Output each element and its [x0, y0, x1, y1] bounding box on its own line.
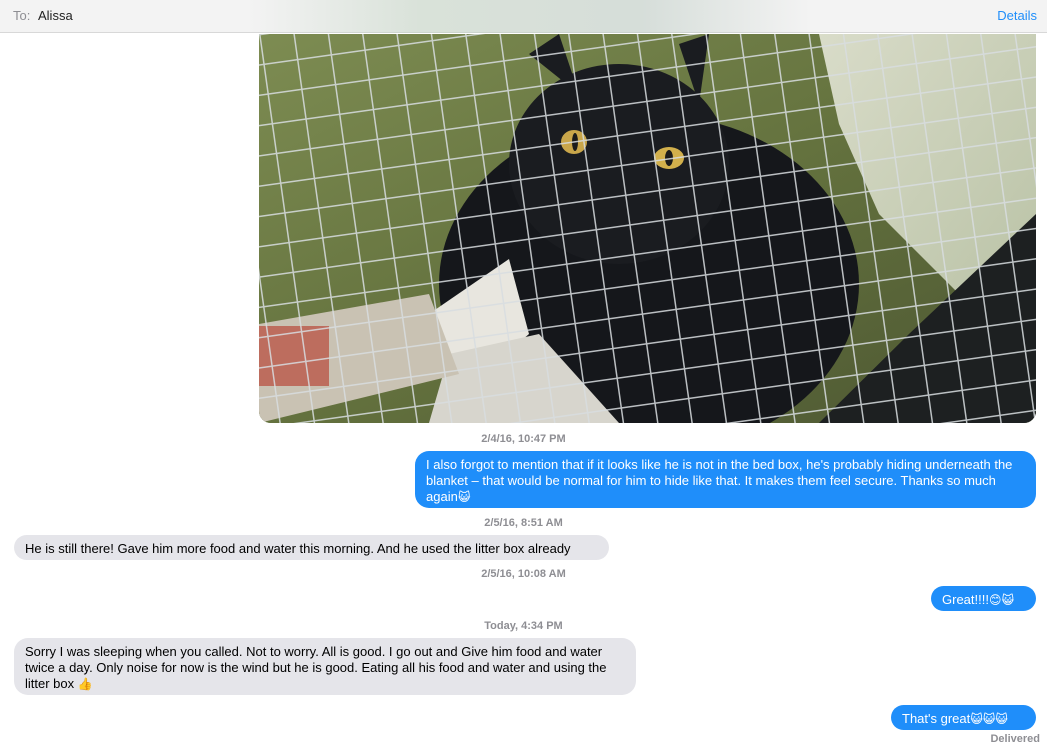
cat-emoji-icon: 😺😺😺: [970, 712, 1008, 726]
timestamp: Today, 4:34 PM: [484, 620, 563, 632]
message-text: I also forgot to mention that if it look…: [426, 457, 1013, 504]
delivered-status: Delivered: [990, 733, 1040, 745]
cat-photo-attachment[interactable]: [259, 34, 1036, 423]
recipient-name[interactable]: Alissa: [38, 8, 73, 23]
message-text: Great!!!!: [942, 592, 989, 607]
cat-photo-image: [259, 34, 1036, 423]
message-text: That's great: [902, 711, 971, 726]
message-bubble-outgoing[interactable]: Great!!!!😊😺: [931, 586, 1036, 611]
timestamp: 2/4/16, 10:47 PM: [481, 433, 566, 445]
to-label: To:: [13, 8, 31, 23]
header-blur: [250, 0, 810, 33]
timestamp: 2/5/16, 10:08 AM: [481, 568, 566, 580]
message-bubble-incoming[interactable]: He is still there! Gave him more food an…: [14, 535, 609, 560]
message-bubble-outgoing[interactable]: That's great😺😺😺: [891, 705, 1036, 730]
message-text: He is still there! Gave him more food an…: [25, 541, 571, 556]
timestamp: 2/5/16, 8:51 AM: [484, 517, 563, 529]
message-bubble-incoming[interactable]: Sorry I was sleeping when you called. No…: [14, 638, 636, 695]
details-button[interactable]: Details: [997, 8, 1037, 23]
message-text: Sorry I was sleeping when you called. No…: [25, 644, 607, 691]
smile-cat-emoji-icon: 😊😺: [988, 593, 1014, 607]
thumbs-up-emoji-icon: 👍: [77, 677, 93, 691]
cat-emoji-icon: 😺: [457, 490, 471, 504]
conversation-header: To: Alissa Details: [0, 0, 1047, 33]
message-bubble-outgoing[interactable]: I also forgot to mention that if it look…: [415, 451, 1036, 508]
